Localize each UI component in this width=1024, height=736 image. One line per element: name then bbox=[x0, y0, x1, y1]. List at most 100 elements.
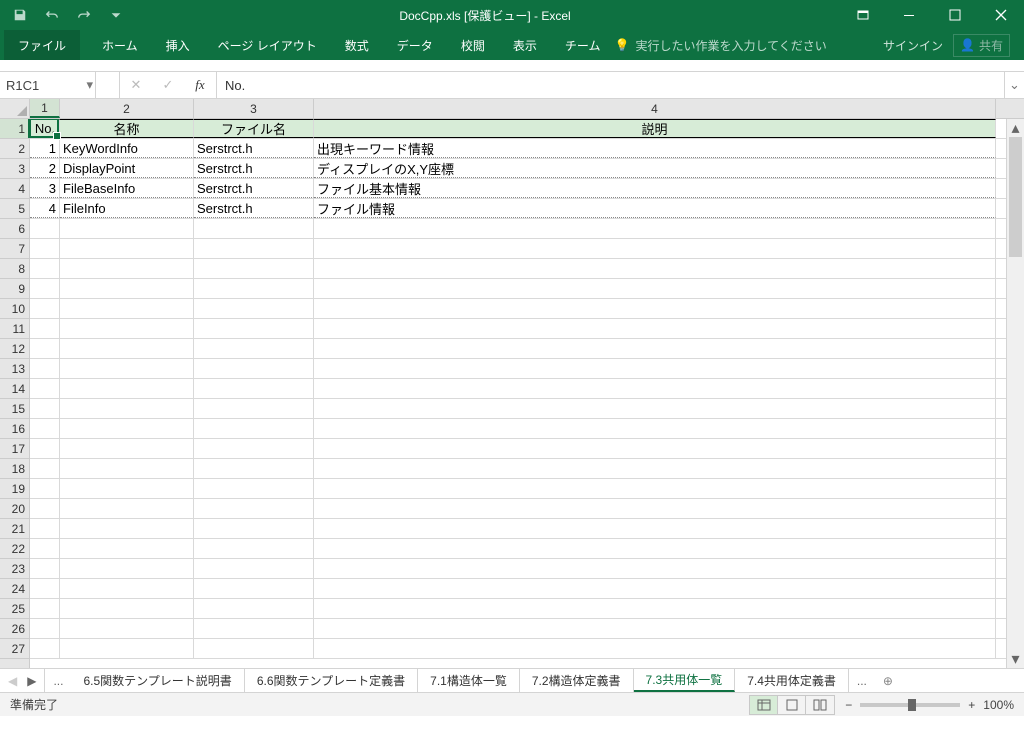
cell[interactable] bbox=[30, 299, 60, 318]
row-header[interactable]: 26 bbox=[0, 619, 29, 639]
cell[interactable] bbox=[194, 639, 314, 658]
cell-no[interactable]: 2 bbox=[30, 159, 60, 178]
cell[interactable] bbox=[314, 279, 996, 298]
column-header[interactable]: 1 bbox=[30, 99, 60, 118]
zoom-thumb[interactable] bbox=[908, 699, 916, 711]
cell[interactable] bbox=[194, 459, 314, 478]
row-header[interactable]: 5 bbox=[0, 199, 29, 219]
column-header[interactable]: 2 bbox=[60, 99, 194, 118]
minimize-button[interactable] bbox=[886, 0, 932, 30]
row-header[interactable]: 17 bbox=[0, 439, 29, 459]
tab-view[interactable]: 表示 bbox=[499, 30, 551, 60]
cell[interactable] bbox=[314, 579, 996, 598]
cells-area[interactable]: No. 名称 ファイル名 説明 1KeyWordInfoSerstrct.h出現… bbox=[30, 119, 1006, 668]
zoom-in-button[interactable]: + bbox=[968, 698, 975, 712]
ribbon-display-options-button[interactable] bbox=[840, 0, 886, 30]
select-all-button[interactable] bbox=[0, 99, 30, 118]
cancel-formula-button[interactable]: ✕ bbox=[120, 77, 152, 93]
cell[interactable] bbox=[314, 559, 996, 578]
zoom-out-button[interactable]: − bbox=[845, 698, 852, 712]
sheet-tab[interactable]: 6.5関数テンプレート説明書 bbox=[71, 669, 244, 692]
sheet-nav-next-button[interactable]: ▶ bbox=[27, 674, 36, 688]
vertical-scrollbar[interactable]: ▴ ▾ bbox=[1006, 119, 1024, 668]
cell[interactable] bbox=[30, 599, 60, 618]
cell[interactable] bbox=[30, 259, 60, 278]
cell[interactable] bbox=[60, 259, 194, 278]
cell[interactable] bbox=[194, 239, 314, 258]
row-header[interactable]: 23 bbox=[0, 559, 29, 579]
page-break-view-button[interactable] bbox=[806, 696, 834, 714]
cell-file[interactable]: Serstrct.h bbox=[194, 179, 314, 198]
cell[interactable] bbox=[194, 359, 314, 378]
expand-formula-bar-button[interactable]: ⌄ bbox=[1004, 72, 1024, 98]
cell[interactable] bbox=[60, 539, 194, 558]
cell[interactable] bbox=[30, 519, 60, 538]
row-header[interactable]: 11 bbox=[0, 319, 29, 339]
undo-button[interactable] bbox=[38, 2, 66, 28]
cell[interactable] bbox=[60, 419, 194, 438]
sheet-tab[interactable]: 7.2構造体定義書 bbox=[520, 669, 634, 692]
enter-formula-button[interactable]: ✓ bbox=[152, 77, 184, 93]
row-header[interactable]: 8 bbox=[0, 259, 29, 279]
row-header[interactable]: 7 bbox=[0, 239, 29, 259]
cell[interactable] bbox=[194, 559, 314, 578]
cell-desc[interactable]: 出現キーワード情報 bbox=[314, 139, 996, 158]
cell[interactable] bbox=[194, 279, 314, 298]
cell[interactable] bbox=[30, 279, 60, 298]
tab-review[interactable]: 校閲 bbox=[447, 30, 499, 60]
row-header[interactable]: 12 bbox=[0, 339, 29, 359]
row-header[interactable]: 3 bbox=[0, 159, 29, 179]
cell[interactable] bbox=[60, 519, 194, 538]
cell[interactable] bbox=[30, 499, 60, 518]
cell[interactable] bbox=[60, 599, 194, 618]
header-name[interactable]: 名称 bbox=[60, 119, 194, 138]
cell[interactable] bbox=[194, 299, 314, 318]
signin-link[interactable]: サインイン bbox=[883, 37, 943, 54]
row-header[interactable]: 9 bbox=[0, 279, 29, 299]
row-header[interactable]: 22 bbox=[0, 539, 29, 559]
tab-insert[interactable]: 挿入 bbox=[152, 30, 204, 60]
tab-file[interactable]: ファイル bbox=[4, 30, 80, 60]
tab-home[interactable]: ホーム bbox=[88, 30, 152, 60]
cell-file[interactable]: Serstrct.h bbox=[194, 139, 314, 158]
cell[interactable] bbox=[314, 439, 996, 458]
cell[interactable] bbox=[30, 539, 60, 558]
column-header[interactable]: 3 bbox=[194, 99, 314, 118]
cell[interactable] bbox=[30, 379, 60, 398]
cell[interactable] bbox=[30, 459, 60, 478]
cell[interactable] bbox=[60, 239, 194, 258]
sheet-more-left[interactable]: ... bbox=[45, 669, 71, 692]
cell[interactable] bbox=[314, 479, 996, 498]
redo-button[interactable] bbox=[70, 2, 98, 28]
cell[interactable] bbox=[314, 399, 996, 418]
cell[interactable] bbox=[314, 499, 996, 518]
header-desc[interactable]: 説明 bbox=[314, 119, 996, 138]
row-header[interactable]: 25 bbox=[0, 599, 29, 619]
cell[interactable] bbox=[60, 279, 194, 298]
cell[interactable] bbox=[194, 339, 314, 358]
tab-team[interactable]: チーム bbox=[551, 30, 615, 60]
sheet-tab[interactable]: 7.1構造体一覧 bbox=[418, 669, 520, 692]
cell[interactable] bbox=[30, 339, 60, 358]
cell[interactable] bbox=[194, 399, 314, 418]
cell-name[interactable]: DisplayPoint bbox=[60, 159, 194, 178]
scroll-thumb[interactable] bbox=[1009, 137, 1022, 257]
cell[interactable] bbox=[314, 459, 996, 478]
qat-customize-button[interactable] bbox=[102, 2, 130, 28]
tab-data[interactable]: データ bbox=[383, 30, 447, 60]
tell-me-search[interactable]: 💡 実行したい作業を入力してください bbox=[614, 30, 826, 60]
cell[interactable] bbox=[60, 379, 194, 398]
cell[interactable] bbox=[314, 639, 996, 658]
row-header[interactable]: 15 bbox=[0, 399, 29, 419]
cell[interactable] bbox=[30, 419, 60, 438]
normal-view-button[interactable] bbox=[750, 696, 778, 714]
row-header[interactable]: 20 bbox=[0, 499, 29, 519]
cell-name[interactable]: FileBaseInfo bbox=[60, 179, 194, 198]
chevron-down-icon[interactable]: ▾ bbox=[86, 77, 93, 93]
row-header[interactable]: 4 bbox=[0, 179, 29, 199]
sheet-more-right[interactable]: ... bbox=[849, 669, 875, 692]
cell[interactable] bbox=[194, 439, 314, 458]
cell[interactable] bbox=[314, 259, 996, 278]
insert-function-button[interactable]: fx bbox=[184, 77, 216, 93]
cell[interactable] bbox=[194, 259, 314, 278]
